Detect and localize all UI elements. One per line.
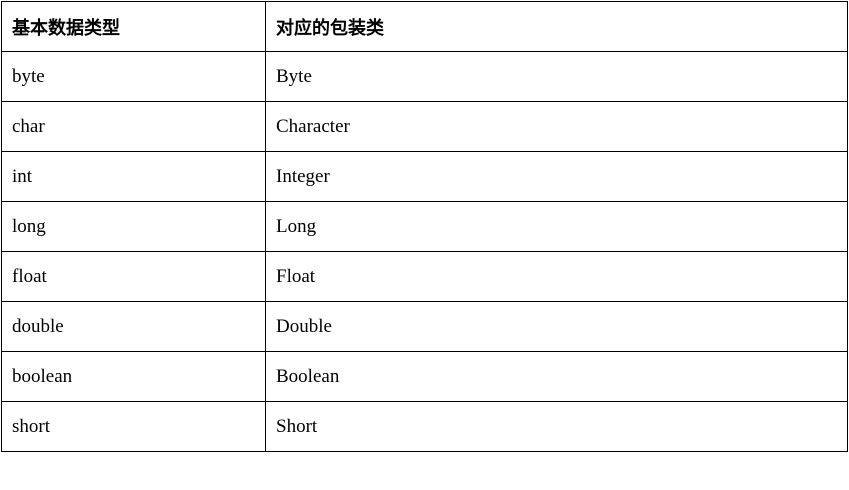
wrapper-class-cell: Long	[265, 201, 848, 252]
wrapper-class-cell: Integer	[265, 151, 848, 202]
table-row: float Float	[1, 251, 848, 302]
primitive-type-cell: byte	[1, 51, 266, 102]
wrapper-class-cell: Byte	[265, 51, 848, 102]
primitive-type-cell: double	[1, 301, 266, 352]
primitive-type-cell: int	[1, 151, 266, 202]
table-row: double Double	[1, 301, 848, 352]
primitive-type-cell: boolean	[1, 351, 266, 402]
primitive-type-cell: char	[1, 101, 266, 152]
header-primitive-type: 基本数据类型	[1, 1, 266, 52]
wrapper-class-cell: Character	[265, 101, 848, 152]
wrapper-class-cell: Double	[265, 301, 848, 352]
primitive-wrapper-table: 基本数据类型 对应的包装类 byte Byte char Character i…	[1, 1, 848, 452]
type-mapping-table-container: 基本数据类型 对应的包装类 byte Byte char Character i…	[1, 1, 848, 452]
primitive-type-cell: float	[1, 251, 266, 302]
primitive-type-cell: long	[1, 201, 266, 252]
table-row: short Short	[1, 401, 848, 452]
table-row: boolean Boolean	[1, 351, 848, 402]
header-row: 基本数据类型 对应的包装类	[1, 1, 848, 52]
table-row: int Integer	[1, 151, 848, 202]
table-row: long Long	[1, 201, 848, 252]
table-row: byte Byte	[1, 51, 848, 102]
wrapper-class-cell: Short	[265, 401, 848, 452]
header-wrapper-class: 对应的包装类	[265, 1, 848, 52]
table-row: char Character	[1, 101, 848, 152]
wrapper-class-cell: Float	[265, 251, 848, 302]
wrapper-class-cell: Boolean	[265, 351, 848, 402]
primitive-type-cell: short	[1, 401, 266, 452]
